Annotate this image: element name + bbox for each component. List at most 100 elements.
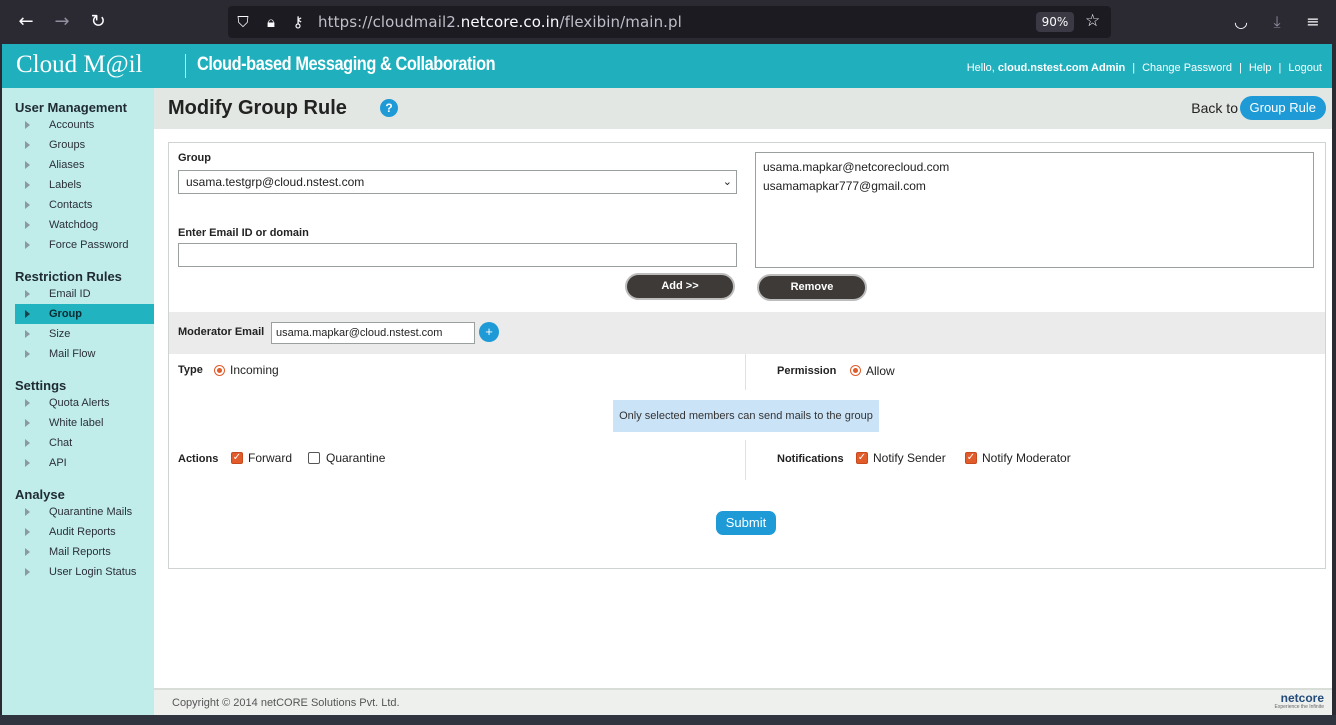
zoom-level[interactable]: 90% <box>1036 12 1074 32</box>
type-incoming-label[interactable]: Incoming <box>230 363 279 377</box>
email-domain-input[interactable] <box>178 243 737 267</box>
help-icon[interactable]: ? <box>380 99 398 117</box>
sidebar-item-aliases[interactable]: Aliases <box>15 155 154 175</box>
change-password-link[interactable]: Change Password <box>1142 62 1232 74</box>
url-text[interactable]: https://cloudmail2.netcore.co.in/flexibi… <box>318 13 682 31</box>
triangle-right-icon <box>25 141 30 149</box>
sidebar-item-contacts[interactable]: Contacts <box>15 195 154 215</box>
shield-icon[interactable]: ⛉ <box>234 12 252 32</box>
actions-label: Actions <box>178 453 219 465</box>
sidebar-item-mail-flow[interactable]: Mail Flow <box>15 344 154 364</box>
triangle-right-icon <box>25 330 30 338</box>
menu-hamburger-icon[interactable]: ≡ <box>1302 11 1324 33</box>
sidebar-item-mail-reports[interactable]: Mail Reports <box>15 542 154 562</box>
type-incoming-radio[interactable] <box>214 365 225 376</box>
triangle-right-icon <box>25 350 30 358</box>
user-name: cloud.nstest.com Admin <box>997 62 1126 74</box>
address-bar[interactable]: ⛉ 🔒︎ ⚷ https://cloudmail2.netcore.co.in/… <box>228 6 1111 38</box>
notify-sender-label[interactable]: Notify Sender <box>873 451 946 465</box>
sidebar-section-restriction-rules: Restriction Rules <box>15 269 122 284</box>
forward-checkbox[interactable]: ✓ <box>231 452 243 464</box>
sidebar-item-labels[interactable]: Labels <box>15 175 154 195</box>
sidebar-item-quarantine-mails[interactable]: Quarantine Mails <box>15 502 154 522</box>
moderator-email-input[interactable]: usama.mapkar@cloud.nstest.com <box>271 322 475 344</box>
back-arrow-icon[interactable]: ← <box>15 11 37 33</box>
lock-icon[interactable]: 🔒︎ <box>262 12 280 32</box>
sidebar-item-email-id[interactable]: Email ID <box>15 284 154 304</box>
app-header: Cloud M@il Cloud-based Messaging & Colla… <box>2 44 1332 88</box>
triangle-right-icon <box>25 439 30 447</box>
sidebar-item-size[interactable]: Size <box>15 324 154 344</box>
triangle-right-icon <box>25 528 30 536</box>
copyright-text: Copyright © 2014 netCORE Solutions Pvt. … <box>172 697 400 709</box>
sidebar-section-analyse: Analyse <box>15 487 65 502</box>
reload-icon[interactable]: ↻ <box>87 11 109 33</box>
triangle-right-icon <box>25 221 30 229</box>
footer: Copyright © 2014 netCORE Solutions Pvt. … <box>154 688 1332 715</box>
chevron-down-icon: ⌄ <box>722 175 732 188</box>
group-label: Group <box>178 152 211 164</box>
triangle-right-icon <box>25 310 30 318</box>
title-bar: Modify Group Rule ? Back to Group Rule <box>154 88 1332 129</box>
sidebar-item-api[interactable]: API <box>15 453 154 473</box>
back-to-group-rule-button[interactable]: Group Rule <box>1239 96 1326 120</box>
add-button[interactable]: Add >> <box>625 273 735 300</box>
sidebar-item-force-password[interactable]: Force Password <box>15 235 154 255</box>
sidebar-section-settings: Settings <box>15 378 67 393</box>
triangle-right-icon <box>25 290 30 298</box>
help-link[interactable]: Help <box>1249 62 1272 74</box>
moderator-email-label: Moderator Email <box>178 326 265 338</box>
sidebar-section-user-management: User Management <box>15 100 127 115</box>
header-divider <box>185 54 186 78</box>
sidebar-item-accounts[interactable]: Accounts <box>15 115 154 135</box>
pocket-icon[interactable]: ◡ <box>1230 11 1252 33</box>
type-label: Type <box>178 364 203 376</box>
add-moderator-plus-icon[interactable]: + <box>479 322 499 342</box>
list-item[interactable]: usamamapkar777@gmail.com <box>763 177 1306 196</box>
cloudmail-logo[interactable]: Cloud M@il <box>16 50 143 80</box>
forward-label[interactable]: Forward <box>248 451 292 465</box>
moderator-row: Moderator Email usama.mapkar@cloud.nstes… <box>169 312 1325 354</box>
sidebar-item-watchdog[interactable]: Watchdog <box>15 215 154 235</box>
triangle-right-icon <box>25 508 30 516</box>
permission-note: Only selected members can send mails to … <box>613 400 879 432</box>
sidebar: User Management Accounts Groups Aliases … <box>2 88 154 715</box>
logout-link[interactable]: Logout <box>1288 62 1322 74</box>
permission-label: Permission <box>777 365 837 377</box>
bookmark-star-icon[interactable]: ☆ <box>1085 11 1100 31</box>
list-item[interactable]: usama.mapkar@netcorecloud.com <box>763 158 1306 177</box>
quarantine-checkbox[interactable] <box>308 452 320 464</box>
sidebar-item-white-label[interactable]: White label <box>15 413 154 433</box>
hello-text: Hello, <box>966 62 998 74</box>
member-list[interactable]: usama.mapkar@netcorecloud.com usamamapka… <box>755 152 1314 268</box>
column-divider <box>745 440 746 480</box>
forward-arrow-icon[interactable]: → <box>51 11 73 33</box>
header-tagline: Cloud-based Messaging & Collaboration <box>197 54 496 75</box>
group-select[interactable]: usama.testgrp@cloud.nstest.com ⌄ <box>178 170 737 194</box>
triangle-right-icon <box>25 241 30 249</box>
quarantine-label[interactable]: Quarantine <box>326 451 385 465</box>
sidebar-item-chat[interactable]: Chat <box>15 433 154 453</box>
notify-moderator-checkbox[interactable]: ✓ <box>965 452 977 464</box>
triangle-right-icon <box>25 201 30 209</box>
submit-button[interactable]: Submit <box>716 511 776 535</box>
main-content: Modify Group Rule ? Back to Group Rule G… <box>154 88 1332 715</box>
back-to-label: Back to <box>1191 100 1238 116</box>
netcore-logo: netcore Experience the Infinite <box>1274 691 1324 710</box>
permission-allow-radio[interactable] <box>850 365 861 376</box>
notify-moderator-label[interactable]: Notify Moderator <box>982 451 1071 465</box>
download-icon[interactable]: ⤓ <box>1266 11 1288 33</box>
sidebar-item-audit-reports[interactable]: Audit Reports <box>15 522 154 542</box>
permission-allow-label[interactable]: Allow <box>866 364 895 378</box>
sidebar-item-user-login-status[interactable]: User Login Status <box>15 562 154 582</box>
permissions-key-icon[interactable]: ⚷ <box>289 12 307 32</box>
sidebar-item-quota-alerts[interactable]: Quota Alerts <box>15 393 154 413</box>
notify-sender-checkbox[interactable]: ✓ <box>856 452 868 464</box>
sidebar-item-groups[interactable]: Groups <box>15 135 154 155</box>
column-divider <box>745 354 746 390</box>
sidebar-item-group[interactable]: Group <box>15 304 154 324</box>
triangle-right-icon <box>25 548 30 556</box>
app-window: Cloud M@il Cloud-based Messaging & Colla… <box>2 44 1332 715</box>
remove-button[interactable]: Remove <box>757 274 867 301</box>
header-links: Hello, cloud.nstest.com Admin | Change Pas… <box>966 62 1322 74</box>
